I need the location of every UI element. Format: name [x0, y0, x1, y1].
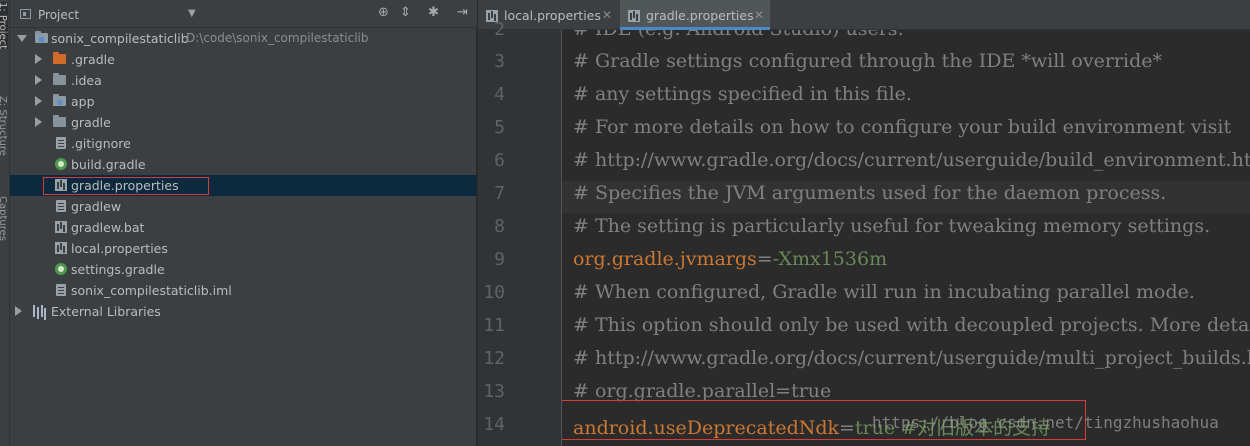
code-line-property: org.gradle.jvmargs=-Xmx1536m [573, 248, 887, 270]
folder-icon [53, 115, 66, 127]
close-icon[interactable]: ✕ [602, 8, 612, 22]
tree-item-label: sonix_compilestaticlib [51, 31, 189, 46]
tree-item-label: External Libraries [51, 304, 161, 319]
code-line-comment: # This option should only be used with d… [573, 314, 1250, 336]
tree-item-label: build.gradle [71, 157, 146, 172]
gradle-icon [55, 263, 67, 275]
code-line-comment: # For more details on how to configure y… [573, 116, 1232, 138]
property-value: -Xmx1536m [772, 248, 888, 270]
chevron-right-icon[interactable] [35, 54, 42, 64]
line-number: 14 [483, 414, 505, 435]
line-number: 13 [483, 381, 505, 402]
module-folder-icon [35, 31, 48, 43]
line-number: 4 [494, 84, 505, 105]
line-number: 2 [494, 19, 505, 40]
tree-item-label: sonix_compilestaticlib.iml [71, 283, 232, 298]
tree-item-label: gradlew.bat [71, 220, 145, 235]
tree-item-label: .gitignore [71, 136, 131, 151]
collapse-icon[interactable]: ⇕ [400, 6, 411, 20]
code-line-comment: # http://www.gradle.org/docs/current/use… [573, 347, 1250, 369]
tree-item-label: settings.gradle [71, 262, 165, 277]
editor-tabs: local.properties ✕ gradle.properties ✕ [478, 0, 1250, 30]
tree-item-local-properties[interactable]: local.properties [10, 238, 477, 259]
tree-item-label: local.properties [71, 241, 168, 256]
hide-icon[interactable]: ⇥ [457, 6, 468, 20]
annotation-highlight-box [43, 177, 209, 195]
tree-item-build-gradle[interactable]: build.gradle [10, 154, 477, 175]
code-editor[interactable]: # IDE (e.g. Android Studio) users: # Gra… [562, 30, 1250, 446]
code-line-comment: # Gradle settings configured through the… [573, 50, 1162, 72]
project-panel: Project ▼ ⊕ ⇕ ✱ ⇥ sonix_compilestaticlib… [10, 0, 477, 446]
chevron-right-icon[interactable] [35, 96, 42, 106]
captures-tool-tab[interactable]: Captures [0, 196, 8, 241]
line-number: 7 [494, 183, 505, 204]
folder-icon [53, 52, 66, 64]
tree-item-gitignore[interactable]: .gitignore [10, 133, 477, 154]
file-icon [56, 137, 66, 149]
property-key: org.gradle.jvmargs [573, 248, 757, 270]
chevron-right-icon[interactable] [15, 306, 22, 316]
line-number: 11 [483, 315, 505, 336]
target-icon[interactable]: ⊕ [378, 6, 389, 20]
tool-window-strip: 1: Project Z: Structure Captures [0, 0, 10, 446]
project-tool-tab[interactable]: 1: Project [0, 2, 8, 50]
tab-gradle-properties[interactable]: gradle.properties ✕ [620, 0, 770, 30]
tree-item-settings-gradle[interactable]: settings.gradle [10, 259, 477, 280]
tree-item-iml[interactable]: sonix_compilestaticlib.iml [10, 280, 477, 301]
tree-item-gradle-cache[interactable]: .gradle [10, 49, 477, 70]
close-icon[interactable]: ✕ [754, 8, 764, 22]
tree-item-root[interactable]: sonix_compilestaticlib D:\code\sonix_com… [10, 28, 477, 49]
line-number: 10 [483, 282, 505, 303]
code-line-comment: # any settings specified in this file. [573, 83, 912, 105]
code-line-comment: # org.gradle.parallel=true [573, 380, 832, 402]
chevron-right-icon[interactable] [35, 117, 42, 127]
tree-item-label: gradlew [71, 199, 122, 214]
tree-item-gradle[interactable]: gradle [10, 112, 477, 133]
project-view-selector[interactable]: Project [38, 8, 79, 22]
structure-tool-tab[interactable]: Z: Structure [0, 96, 8, 156]
properties-icon [55, 242, 67, 254]
tree-item-external-libraries[interactable]: External Libraries [10, 301, 477, 322]
line-number: 8 [494, 216, 505, 237]
code-line-comment: # When configured, Gradle will run in in… [573, 281, 1195, 303]
project-panel-header: Project ▼ ⊕ ⇕ ✱ ⇥ [10, 0, 477, 28]
line-number-gutter: 2 3 4 5 6 7 8 9 10 11 12 13 14 [478, 19, 562, 446]
tree-item-gradlew-bat[interactable]: gradlew.bat [10, 217, 477, 238]
tree-item-idea[interactable]: .idea [10, 70, 477, 91]
code-line-comment: # The setting is particularly useful for… [573, 215, 1211, 237]
tree-item-gradlew[interactable]: gradlew [10, 196, 477, 217]
tree-item-label: .gradle [71, 52, 115, 67]
gear-icon[interactable]: ✱ [428, 6, 439, 20]
folder-icon [53, 73, 66, 85]
tree-item-label: app [71, 94, 95, 109]
module-folder-icon [53, 94, 66, 106]
line-number: 3 [494, 51, 505, 72]
tab-label: local.properties [504, 8, 601, 23]
project-view-icon [20, 9, 31, 19]
gradle-icon [55, 158, 67, 170]
property-equals: = [756, 248, 773, 270]
watermark: https://blog.csdn.net/tingzhushaohua [872, 413, 1219, 432]
code-line-comment: # http://www.gradle.org/docs/current/use… [573, 149, 1250, 171]
file-icon [56, 200, 66, 212]
line-number: 9 [494, 249, 505, 270]
code-line-comment-current: # Specifies the JVM arguments used for t… [562, 181, 1250, 213]
tab-label: gradle.properties [646, 8, 754, 23]
file-icon [56, 284, 66, 296]
tree-item-label: .idea [71, 73, 102, 88]
chevron-down-icon[interactable]: ▼ [188, 8, 196, 19]
properties-icon [628, 10, 640, 22]
line-number: 12 [483, 348, 505, 369]
line-number: 6 [494, 150, 505, 171]
code-line-comment: # IDE (e.g. Android Studio) users: [573, 30, 904, 40]
library-icon [33, 305, 47, 317]
tree-item-path: D:\code\sonix_compilestaticlib [186, 31, 369, 45]
tree-item-app[interactable]: app [10, 91, 477, 112]
line-number: 5 [494, 117, 505, 138]
tree-item-label: gradle [71, 115, 111, 130]
chevron-down-icon[interactable] [17, 35, 27, 42]
chevron-right-icon[interactable] [35, 75, 42, 85]
batch-file-icon [55, 221, 67, 233]
